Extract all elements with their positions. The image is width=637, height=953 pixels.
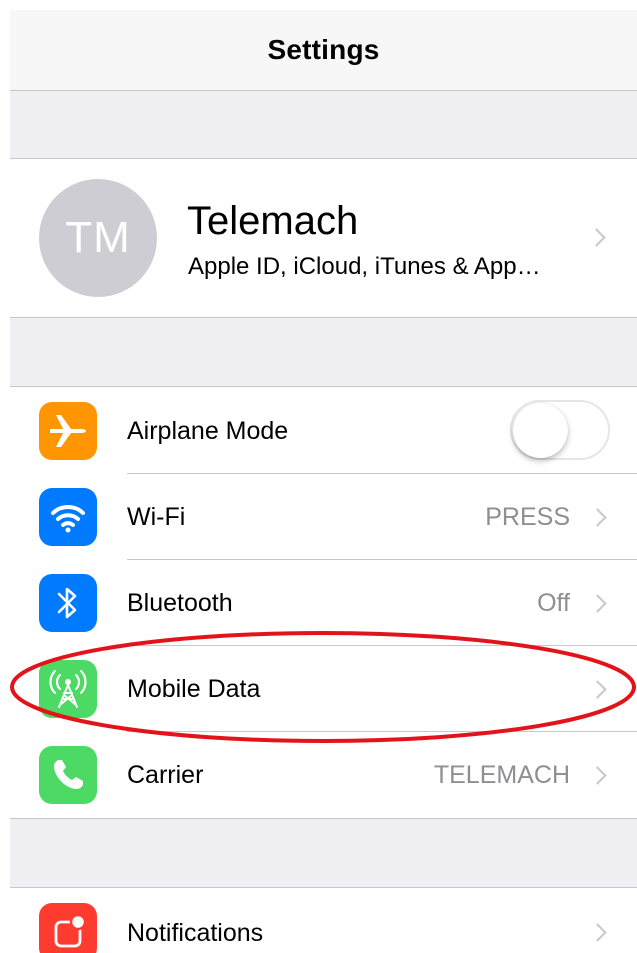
wifi-icon xyxy=(39,488,97,546)
avatar: TM xyxy=(39,179,157,297)
wifi-label: Wi-Fi xyxy=(127,503,186,531)
mobile-data-label: Mobile Data xyxy=(127,675,261,703)
settings-row-carrier[interactable]: Carrier TELEMACH xyxy=(10,732,637,818)
settings-row-notifications[interactable]: Notifications xyxy=(10,889,637,953)
notifications-icon xyxy=(39,903,97,953)
airplane-mode-toggle[interactable] xyxy=(510,400,610,460)
notifications-label: Notifications xyxy=(127,919,264,947)
section-spacer xyxy=(10,818,637,888)
settings-row-wifi[interactable]: Wi-Fi PRESS xyxy=(10,474,637,560)
toggle-knob xyxy=(513,403,568,458)
section-spacer xyxy=(10,317,637,387)
settings-row-mobile-data[interactable]: Mobile Data xyxy=(10,646,637,732)
settings-row-airplane-mode: Airplane Mode xyxy=(10,388,637,474)
chevron-right-icon xyxy=(588,594,607,613)
connectivity-settings-group: Airplane Mode Wi-Fi PRESS Bluetooth Off xyxy=(10,388,637,818)
profile-name: Telemach xyxy=(187,199,359,243)
bluetooth-icon xyxy=(39,574,97,632)
phone-icon xyxy=(39,746,97,804)
bluetooth-status-value: Off xyxy=(537,589,570,617)
navigation-bar: Settings xyxy=(10,10,637,91)
carrier-name-value: TELEMACH xyxy=(433,761,570,789)
settings-row-bluetooth[interactable]: Bluetooth Off xyxy=(10,560,637,646)
chevron-right-icon xyxy=(587,228,606,247)
chevron-right-icon xyxy=(588,680,607,699)
carrier-label: Carrier xyxy=(127,761,204,789)
page-title: Settings xyxy=(267,34,380,65)
chevron-right-icon xyxy=(588,923,607,942)
section-spacer xyxy=(10,91,637,159)
chevron-right-icon xyxy=(588,508,607,527)
airplane-icon xyxy=(39,402,97,460)
wifi-network-value: PRESS xyxy=(485,503,570,531)
profile-subtitle: Apple ID, iCloud, iTunes & App… xyxy=(188,253,541,280)
bluetooth-label: Bluetooth xyxy=(127,589,233,617)
chevron-right-icon xyxy=(588,766,607,785)
apple-id-profile-row[interactable]: TM Telemach Apple ID, iCloud, iTunes & A… xyxy=(10,159,637,317)
antenna-icon xyxy=(39,660,97,718)
airplane-mode-label: Airplane Mode xyxy=(127,417,289,445)
notifications-settings-group: Notifications xyxy=(10,889,637,953)
